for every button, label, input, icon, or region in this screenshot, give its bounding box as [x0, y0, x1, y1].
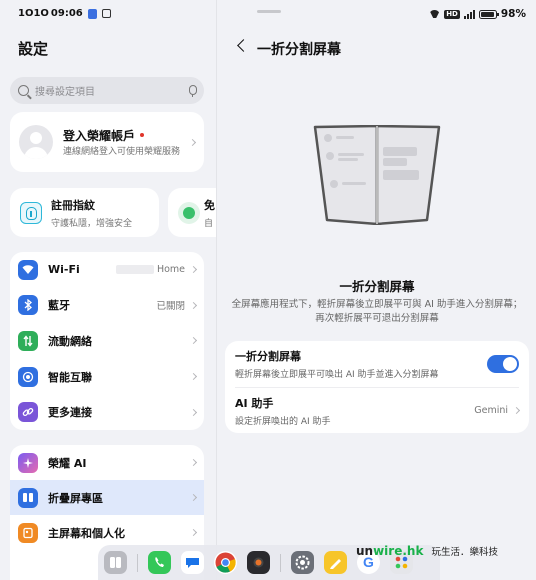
avatar	[19, 125, 53, 159]
option-value: Gemini	[474, 405, 508, 416]
option-ai-assistant[interactable]: AI 助手 設定折屏喚出的 AI 助手 Gemini	[235, 387, 521, 433]
wifi-status-icon	[429, 10, 440, 18]
smart-connect-icon	[18, 366, 38, 387]
signal-icon	[463, 9, 475, 19]
split-screen-toggle[interactable]	[487, 355, 519, 373]
account-subtitle: 連線網絡登入可使用榮耀服務	[63, 146, 181, 157]
watermark-brand-3: .hk	[402, 544, 424, 558]
messages-icon[interactable]	[181, 551, 204, 574]
watermark-brand-2: wire	[373, 544, 403, 558]
option-subtitle: 設定折屏喚出的 AI 助手	[235, 416, 331, 427]
foldable-icon	[18, 487, 38, 508]
wifi-ssid-redacted	[115, 265, 154, 275]
chevron-right-icon	[189, 458, 198, 467]
chevron-right-icon	[512, 406, 521, 415]
options-card: 一折分割屏幕 輕折屏幕後立即展平可喚出 AI 助手並進入分割屏幕 AI 助手 設…	[225, 341, 529, 433]
settings-item-wifi[interactable]: Wi-Fi Home	[10, 252, 204, 288]
chevron-right-icon	[188, 138, 197, 146]
quick-card-2-subtitle: 自	[204, 218, 214, 229]
option-title: 一折分割屏幕	[235, 350, 301, 363]
multitask-icon[interactable]	[104, 551, 127, 574]
green-feature-icon	[178, 201, 200, 224]
settings-title: 設定	[18, 40, 49, 58]
status-bar-left: 1O1O 09:06	[18, 8, 111, 19]
settings-item-label: 榮耀 AI	[48, 456, 87, 470]
settings-item-mobile-network[interactable]: 流動網絡	[10, 323, 204, 359]
account-title-row: 登入榮耀帳戶	[63, 127, 190, 144]
chevron-right-icon	[189, 408, 198, 416]
settings-item-label: Wi-Fi	[48, 263, 80, 277]
settings-item-label: 智能互聯	[48, 370, 92, 384]
settings-item-label: 主屏幕和個人化	[48, 526, 125, 540]
settings-item-label: 流動網絡	[48, 334, 92, 348]
feature-title: 一折分割屏幕	[339, 279, 415, 294]
watermark-logo: unwire.hk 玩生活．樂科技	[356, 544, 498, 558]
search-icon	[18, 85, 29, 96]
honor-ai-icon	[18, 452, 38, 473]
option-title: AI 助手	[235, 396, 274, 410]
camera-icon[interactable]	[247, 551, 270, 574]
account-card[interactable]: 登入榮耀帳戶 連線網絡登入可使用榮耀服務	[10, 112, 204, 172]
notification-icon	[87, 8, 97, 19]
search-bar[interactable]: 搜尋設定項目	[10, 77, 204, 104]
page-title: 一折分割屏幕	[257, 42, 341, 58]
connectivity-list: Wi-Fi Home 藍牙 已關閉 流動網絡 智能互聯 更多連接	[10, 252, 204, 430]
settings-item-honor-ai[interactable]: 榮耀 AI	[10, 445, 204, 480]
drag-handle[interactable]	[257, 10, 281, 13]
dock-divider	[280, 553, 281, 572]
option-subtitle: 輕折屏幕後立即展平可喚出 AI 助手並進入分割屏幕	[235, 370, 439, 380]
bluetooth-icon	[18, 295, 38, 316]
fingerprint-icon	[20, 201, 42, 224]
mic-icon[interactable]	[188, 84, 197, 97]
mobile-data-icon	[18, 330, 38, 351]
quick-card-2-title: 免	[204, 198, 215, 212]
link-icon	[18, 402, 38, 423]
chevron-right-icon	[189, 528, 198, 537]
battery-percent: 98%	[500, 8, 526, 20]
chevron-right-icon	[189, 373, 198, 381]
option-split-screen[interactable]: 一折分割屏幕 輕折屏幕後立即展平可喚出 AI 助手並進入分割屏幕	[225, 341, 529, 387]
status-time: 09:06	[50, 8, 83, 19]
wifi-icon	[18, 259, 38, 280]
carrier-label: 1O1O	[18, 8, 49, 19]
phone-icon[interactable]	[148, 551, 171, 574]
settings-item-label: 藍牙	[48, 299, 70, 313]
chevron-right-icon	[189, 266, 198, 274]
account-title: 登入榮耀帳戶	[63, 128, 136, 143]
status-bar-right: HD 98%	[429, 8, 526, 20]
settings-item-smart-connect[interactable]: 智能互聯	[10, 359, 204, 395]
fingerprint-title: 註冊指紋	[51, 198, 95, 212]
notification-dot	[140, 133, 145, 137]
home-screen-icon	[18, 522, 38, 543]
settings-item-more-connections[interactable]: 更多連接	[10, 394, 204, 430]
settings-item-label: 折疊屏專區	[48, 491, 103, 505]
quick-card-2[interactable]: 免 自	[168, 188, 216, 237]
detail-pane: HD 98% 一折分割屏幕 一折分割屏幕 全屏幕應用程式下，輕折屏幕後立即展平可…	[216, 0, 536, 580]
search-placeholder: 搜尋設定項目	[35, 87, 95, 98]
settings-item-label: 更多連接	[48, 406, 92, 420]
settings-pane: 1O1O 09:06 設定 搜尋設定項目 登入榮耀帳戶 連線網絡登入可使用榮耀服…	[0, 0, 216, 580]
fingerprint-card[interactable]: 註冊指紋 守護私隱，增強安全	[10, 188, 159, 237]
battery-icon	[478, 9, 499, 19]
sim-badge: HD	[444, 9, 460, 19]
watermark-tagline: 玩生活．樂科技	[431, 547, 498, 558]
feature-description: 全屏幕應用程式下，輕折屏幕後立即展平可與 AI 助手進入分割屏幕；再次輕折展平可…	[231, 299, 523, 324]
foldable-illustration	[313, 125, 441, 225]
settings-item-bluetooth[interactable]: 藍牙 已關閉	[10, 288, 204, 324]
chevron-right-icon	[189, 493, 198, 502]
chrome-icon[interactable]	[214, 551, 237, 574]
chevron-right-icon	[189, 337, 198, 345]
notification-icon-2	[101, 9, 111, 18]
settings-item-value: 已關閉	[156, 301, 185, 313]
dock-divider	[137, 553, 138, 572]
settings-item-foldable[interactable]: 折疊屏專區	[10, 480, 204, 515]
watermark-brand-1: un	[356, 544, 374, 558]
notes-icon[interactable]	[324, 551, 347, 574]
settings-item-value: Home	[156, 264, 185, 276]
chevron-right-icon	[189, 301, 198, 309]
settings-icon[interactable]	[291, 551, 314, 574]
back-arrow-icon[interactable]	[237, 39, 250, 52]
fingerprint-subtitle: 守護私隱，增強安全	[51, 218, 133, 229]
